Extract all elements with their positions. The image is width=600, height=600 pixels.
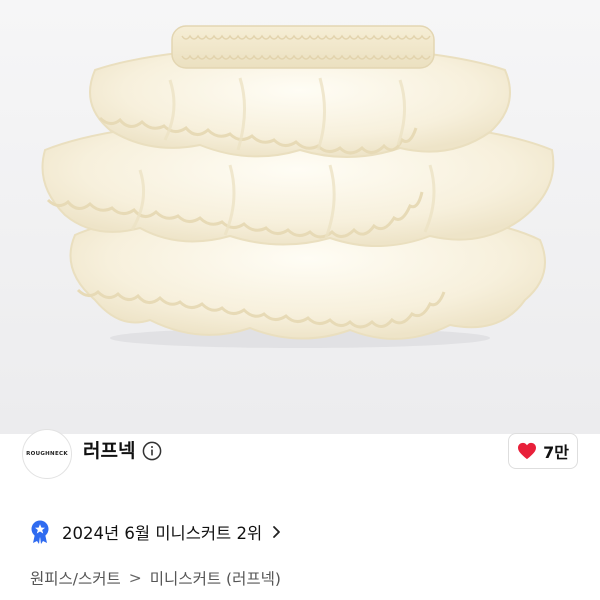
breadcrumb-category[interactable]: 원피스/스커트 (30, 567, 121, 589)
ruffle-skirt-illustration (41, 25, 555, 348)
product-page: ROUGHNECK 러프넥 7만 2024년 6월 미니스커트 2위 원피스/스… (0, 0, 600, 600)
breadcrumb: 원피스/스커트 > 미니스커트 (러프넥) (30, 566, 281, 590)
brand-logo-text: ROUGHNECK (26, 451, 68, 457)
like-button[interactable]: 7만 (508, 433, 578, 469)
award-badge-icon (31, 520, 49, 544)
like-count: 7만 (543, 443, 569, 462)
brand-logo[interactable]: ROUGHNECK (22, 429, 72, 479)
info-circle-icon[interactable] (142, 441, 162, 461)
brand-name-link[interactable]: 러프넥 (83, 437, 135, 465)
heart-icon (518, 442, 537, 460)
ranking-text: 2024년 6월 미니스커트 2위 (62, 524, 263, 543)
breadcrumb-subcategory[interactable]: 미니스커트 (러프넥) (150, 567, 281, 589)
chevron-right-icon (273, 526, 281, 538)
ranking-link[interactable]: 2024년 6월 미니스커트 2위 (30, 518, 282, 546)
breadcrumb-separator: > (128, 569, 142, 587)
product-image[interactable] (0, 0, 600, 434)
